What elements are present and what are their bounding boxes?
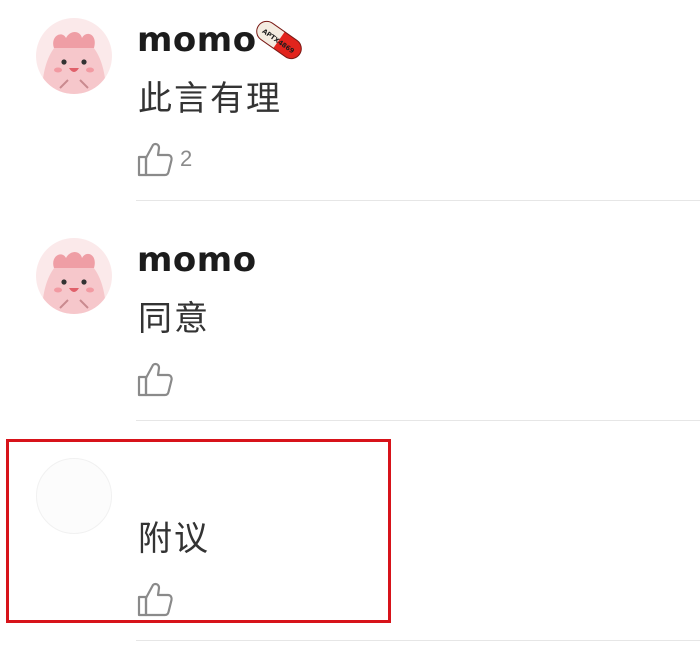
highlight-box — [6, 439, 391, 623]
username[interactable]: momo — [137, 18, 257, 62]
pill-capsule-badge-icon: APTX4869 — [250, 16, 308, 64]
comment-text: 同意 — [138, 299, 210, 339]
like-count: 2 — [180, 146, 193, 171]
divider — [136, 200, 700, 201]
divider — [136, 420, 700, 421]
divider — [136, 640, 700, 641]
like-button[interactable]: 2 — [136, 138, 192, 180]
avatar[interactable] — [36, 238, 112, 314]
comment-item: momo APTX4869 此言有理 2 — [0, 0, 700, 220]
username[interactable]: momo — [137, 238, 257, 282]
comment-text: 此言有理 — [138, 79, 282, 119]
pink-cartoon-avatar-icon — [36, 238, 112, 314]
comment-item: momo 同意 — [0, 220, 700, 440]
avatar[interactable] — [36, 18, 112, 94]
thumbs-up-icon — [137, 142, 173, 177]
thumbs-up-icon — [137, 362, 173, 397]
pink-cartoon-avatar-icon — [36, 18, 112, 94]
like-button[interactable] — [136, 358, 180, 400]
